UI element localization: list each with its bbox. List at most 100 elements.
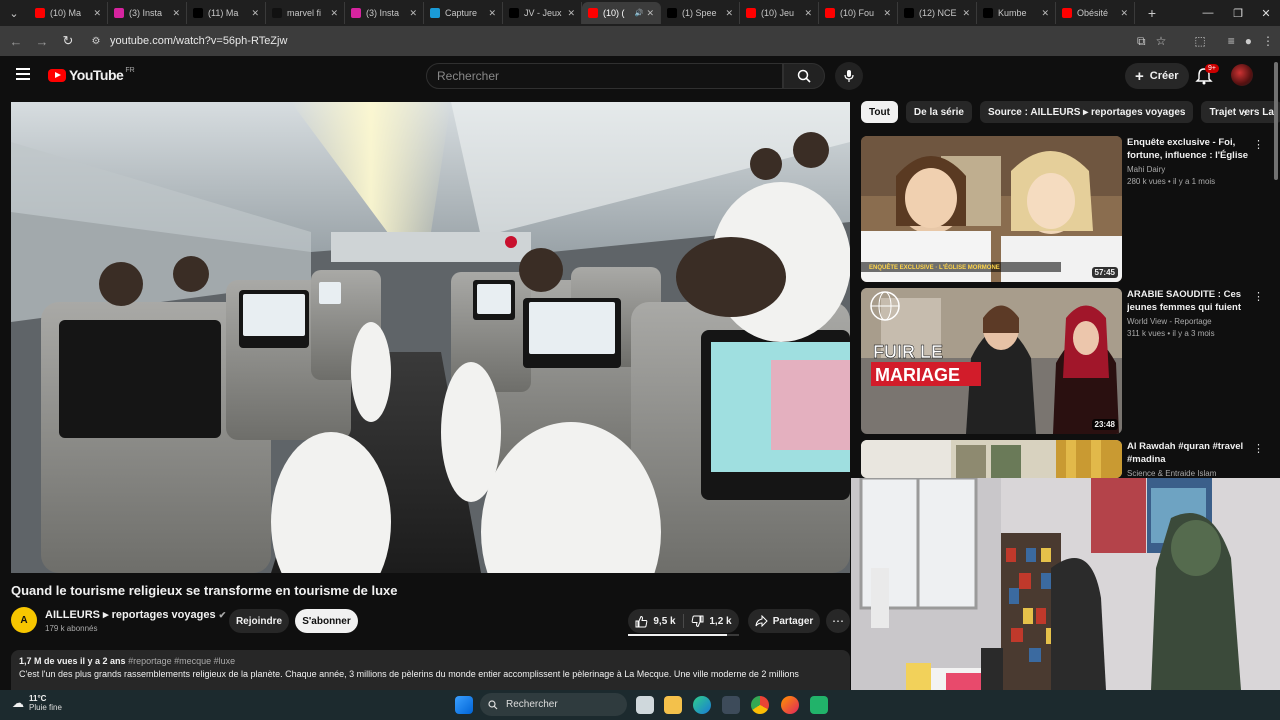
tab-close-icon[interactable]: ✕ xyxy=(488,8,496,19)
recommendation-item[interactable]: Al Rawdah #quran #travel #madina Science… xyxy=(861,440,1271,478)
subscribe-button[interactable]: S'abonner xyxy=(295,609,358,633)
tab-close-icon[interactable]: ✕ xyxy=(962,8,970,19)
search-input[interactable]: Rechercher xyxy=(426,63,783,89)
filter-chip[interactable]: Source : AILLEURS ▸ reportages voyages xyxy=(979,101,1194,123)
bookmark-star-icon[interactable]: ☆ xyxy=(1156,34,1167,48)
recommendation-thumbnail[interactable]: ENQUÊTE EXCLUSIVE · L'ÉGLISE MORMONE 57:… xyxy=(861,136,1122,282)
chips-next-icon[interactable]: › xyxy=(1236,104,1254,122)
browser-tab[interactable]: (3) Insta ✕ xyxy=(108,2,187,24)
dislike-button[interactable]: 1,2 k xyxy=(684,615,739,628)
reload-icon[interactable]: ↻ xyxy=(56,29,80,53)
tab-close-icon[interactable]: ✕ xyxy=(725,8,733,19)
windows-start-icon[interactable] xyxy=(455,696,473,714)
join-button[interactable]: Rejoindre xyxy=(229,609,289,633)
browser-tab[interactable]: (12) NCE ✕ xyxy=(898,2,977,24)
browser-menu-icon[interactable]: ⋮ xyxy=(1262,34,1274,48)
recommendation-channel[interactable]: Science & Entraide Islam xyxy=(1127,469,1251,478)
browser-tab[interactable]: Capture ✕ xyxy=(424,2,503,24)
close-window-icon[interactable]: ✕ xyxy=(1250,0,1280,26)
hashtags[interactable]: #reportage #mecque #luxe xyxy=(128,656,235,666)
task-view-icon[interactable] xyxy=(636,696,654,714)
browser-tab[interactable]: Kumbe ✕ xyxy=(977,2,1056,24)
file-explorer-icon[interactable] xyxy=(664,696,682,714)
account-avatar[interactable] xyxy=(1231,64,1253,86)
tab-favicon-icon xyxy=(351,8,361,18)
browser-tab[interactable]: JV - Jeux ✕ xyxy=(503,2,582,24)
tab-close-icon[interactable]: ✕ xyxy=(172,8,180,19)
tab-favicon-icon xyxy=(746,8,756,18)
weather-widget[interactable]: ☁ 11°C Pluie fine xyxy=(12,694,62,712)
browser-tab[interactable]: (11) Ma ✕ xyxy=(187,2,266,24)
browser-tab[interactable]: (1) Spee ✕ xyxy=(661,2,740,24)
recommendation-channel[interactable]: World View - Reportage xyxy=(1127,317,1251,326)
description-box[interactable]: 1,7 M de vues il y a 2 ans #reportage #m… xyxy=(11,650,850,690)
tab-close-icon[interactable]: ✕ xyxy=(1120,8,1128,19)
tab-favicon-icon xyxy=(193,8,203,18)
menu-icon[interactable] xyxy=(16,68,30,80)
browser-tab[interactable]: (10) Jeu ✕ xyxy=(740,2,819,24)
app-icon[interactable] xyxy=(810,696,828,714)
browser-tab[interactable]: (3) Insta ✕ xyxy=(345,2,424,24)
profile-icon[interactable]: ● xyxy=(1245,34,1252,48)
filter-chip[interactable]: De la série xyxy=(905,101,972,123)
page-scrollbar[interactable] xyxy=(1274,62,1278,180)
media-control-icon[interactable]: ≡ xyxy=(1228,34,1235,48)
tab-close-icon[interactable]: ✕ xyxy=(251,8,259,19)
minimize-icon[interactable]: — xyxy=(1192,0,1224,26)
browser-tab[interactable]: (10) (🔊 ✕ xyxy=(582,2,661,24)
voice-search-button[interactable] xyxy=(835,62,863,90)
recommendation-menu-icon[interactable]: ⋮ xyxy=(1253,290,1264,303)
filter-chip[interactable]: Tout xyxy=(861,101,898,123)
tab-close-icon[interactable]: ✕ xyxy=(330,8,338,19)
tab-audio-icon[interactable]: 🔊 xyxy=(635,9,644,17)
tab-close-icon[interactable]: ✕ xyxy=(93,8,101,19)
search-button[interactable] xyxy=(783,63,825,89)
site-info-icon[interactable]: ⚙ xyxy=(84,29,108,53)
back-icon[interactable]: ← xyxy=(4,29,28,53)
views-and-date: 1,7 M de vues il y a 2 ans xyxy=(19,656,126,666)
create-button[interactable]: + Créer xyxy=(1125,63,1189,89)
new-tab-icon[interactable]: + xyxy=(1141,2,1163,24)
edge-browser-icon[interactable] xyxy=(693,696,711,714)
recommendation-thumbnail[interactable] xyxy=(861,440,1122,478)
recommendation-menu-icon[interactable]: ⋮ xyxy=(1253,138,1264,151)
tab-close-icon[interactable]: ✕ xyxy=(409,8,417,19)
recommendation-menu-icon[interactable]: ⋮ xyxy=(1253,442,1264,455)
youtube-logo[interactable]: YouTube FR xyxy=(48,67,135,83)
taskbar-search[interactable]: Rechercher xyxy=(480,693,627,716)
tab-close-icon[interactable]: ✕ xyxy=(883,8,891,19)
url-field[interactable]: youtube.com/watch?v=56ph-RTeZjw xyxy=(110,35,287,47)
recommendation-item[interactable]: ENQUÊTE EXCLUSIVE · L'ÉGLISE MORMONE 57:… xyxy=(861,136,1271,282)
thumbs-up-icon xyxy=(635,615,648,627)
tab-close-icon[interactable]: ✕ xyxy=(567,8,575,19)
tab-favicon-icon xyxy=(904,8,914,18)
chrome-icon[interactable] xyxy=(751,696,769,714)
recommendation-item[interactable]: FUIR LE MARIAGE 23:48 ARABIE SAOUDITE : … xyxy=(861,288,1271,434)
forward-icon[interactable]: → xyxy=(30,29,54,53)
browser-tab[interactable]: (10) Ma ✕ xyxy=(29,2,108,24)
recommendation-title[interactable]: Al Rawdah #quran #travel #madina xyxy=(1127,440,1251,466)
recommendation-title[interactable]: ARABIE SAOUDITE : Ces jeunes femmes qui … xyxy=(1127,288,1251,314)
recommendation-title[interactable]: Enquête exclusive - Foi, fortune, influe… xyxy=(1127,136,1251,162)
browser-tab[interactable]: Obésité ✕ xyxy=(1056,2,1135,24)
browser-tab[interactable]: (10) Fou ✕ xyxy=(819,2,898,24)
tab-close-icon[interactable]: ✕ xyxy=(804,8,812,19)
logo-country: FR xyxy=(125,66,135,74)
tab-close-icon[interactable]: ✕ xyxy=(1041,8,1049,19)
like-button[interactable]: 9,5 k xyxy=(628,615,683,628)
video-player[interactable] xyxy=(11,102,850,573)
webcam-image xyxy=(851,478,1280,690)
recommendation-thumbnail[interactable]: FUIR LE MARIAGE 23:48 xyxy=(861,288,1122,434)
tab-search-icon[interactable]: ⌄ xyxy=(3,2,25,24)
channel-name[interactable]: AILLEURS ▸ reportages voyages ✔ xyxy=(45,608,226,621)
share-button[interactable]: Partager xyxy=(748,609,820,633)
channel-avatar[interactable]: A xyxy=(11,607,37,633)
browser-tab[interactable]: marvel fi ✕ xyxy=(266,2,345,24)
recommendation-channel[interactable]: Mahi Dairy xyxy=(1127,165,1251,174)
store-icon[interactable] xyxy=(722,696,740,714)
install-app-icon[interactable]: ⧉ xyxy=(1137,34,1146,49)
extensions-icon[interactable]: ⬚ xyxy=(1194,34,1205,48)
more-actions-icon[interactable]: ⋯ xyxy=(826,609,850,633)
tab-close-icon[interactable]: ✕ xyxy=(646,8,654,19)
firefox-icon[interactable] xyxy=(781,696,799,714)
